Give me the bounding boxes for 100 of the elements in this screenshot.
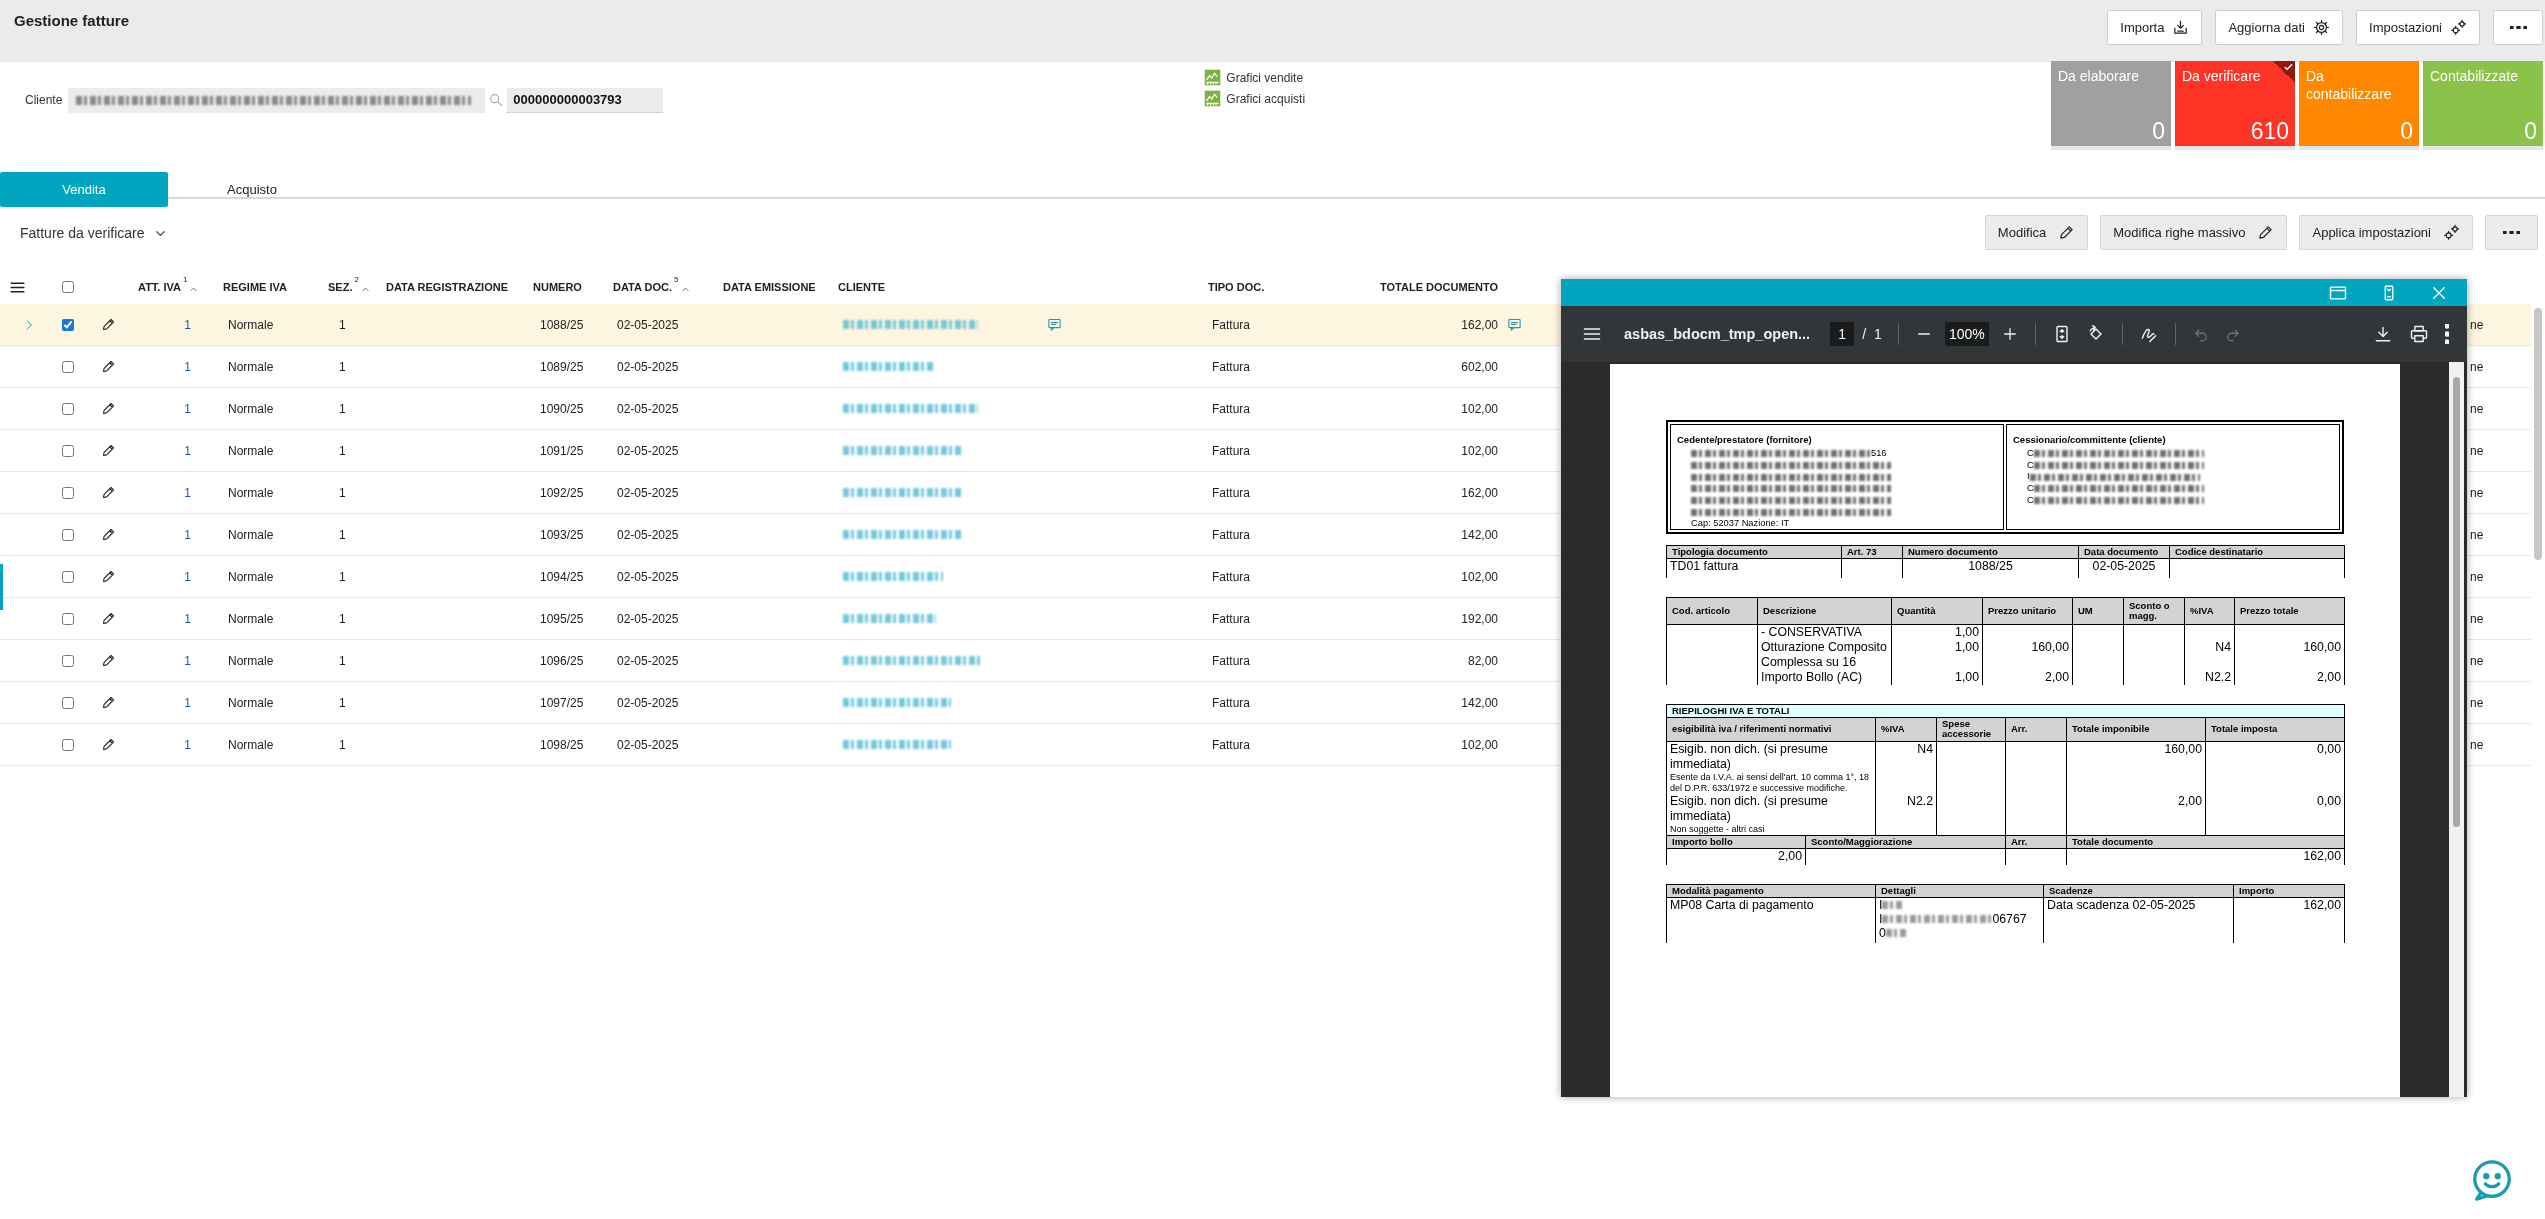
table-cell: 02-05-2025 [617, 317, 679, 332]
zoom-field[interactable]: 100% [1944, 322, 1989, 346]
pencil-icon[interactable] [101, 443, 116, 458]
action-button[interactable]: Modifica [1984, 215, 2089, 250]
comment-icon[interactable] [1047, 317, 1062, 332]
sort-order: 5 [674, 274, 679, 284]
table-cell: Fattura [1212, 611, 1250, 626]
checkbox[interactable] [62, 360, 74, 373]
table-cell: 1 [184, 695, 191, 710]
table-cell: Normale [228, 695, 274, 710]
table-cell: 02-05-2025 [2078, 558, 2170, 578]
checkbox[interactable] [62, 738, 74, 751]
table-cell: Fattura [1212, 569, 1250, 584]
gears-icon [2443, 224, 2460, 241]
table-cell: 1092/25 [540, 485, 584, 500]
table-cell: 1 [339, 317, 346, 332]
action-button[interactable]: Applica impostazioni [2299, 215, 2473, 250]
column-header[interactable]: DATA EMISSIONE [723, 281, 816, 293]
table-cell: 102,00 [1461, 443, 1498, 458]
pencil-icon[interactable] [101, 611, 116, 626]
pencil-icon[interactable] [101, 485, 116, 500]
toolbar-button[interactable]: Impostazioni [2356, 10, 2480, 45]
chart-icon[interactable] [1204, 69, 1222, 86]
column-header[interactable]: DATA REGISTRAZIONE [386, 281, 508, 293]
chart-link[interactable]: Grafici acquisti [1226, 91, 1306, 106]
pencil-icon[interactable] [101, 737, 116, 752]
print-icon[interactable] [2409, 324, 2430, 344]
checkbox[interactable] [62, 402, 74, 415]
column-header[interactable]: SEZ. [328, 280, 353, 293]
tab[interactable]: Acquisto [168, 172, 336, 207]
box-heading: Cessionario/committente (cliente) [2013, 434, 2167, 445]
table-cell: ne [2470, 401, 2484, 416]
side-handle[interactable] [0, 564, 3, 610]
more-icon[interactable] [2445, 324, 2449, 344]
checkbox[interactable] [62, 528, 74, 541]
pencil-icon[interactable] [101, 359, 116, 374]
table-cell: 1 [339, 359, 346, 374]
table-cell: 162,00 [2066, 848, 2345, 865]
table-header: Scadenze [2043, 884, 2234, 898]
table-cell: 1 [339, 527, 346, 542]
table-header: Totale imposta [2205, 717, 2345, 741]
checkbox[interactable] [62, 486, 74, 499]
tile-label: Contabilizzate [2430, 67, 2519, 85]
toolbar-button[interactable]: Importa [2107, 10, 2203, 45]
more-button[interactable] [2485, 215, 2538, 250]
column-header[interactable]: CLIENTE [838, 281, 886, 293]
table-cell: 160,00 [2066, 741, 2206, 794]
table-header: Sconto/Maggiorazione [1805, 835, 2006, 848]
page-title: Gestione fatture [14, 12, 130, 29]
pencil-icon[interactable] [101, 569, 116, 584]
table-header: esigibilità iva / riferimenti normativi [1666, 717, 1876, 741]
comment-icon[interactable] [1507, 317, 1522, 332]
table-cell: 1 [339, 737, 346, 752]
tile-count: 0 [2524, 118, 2537, 145]
checkbox[interactable] [62, 444, 74, 457]
column-header[interactable]: DATA DOC. [613, 280, 673, 293]
pencil-icon[interactable] [101, 527, 116, 542]
table-cell: 2,00 [2234, 669, 2345, 685]
pencil-icon[interactable] [101, 401, 116, 416]
column-header[interactable]: TOTALE DOCUMENTO [1380, 281, 1498, 293]
checkbox[interactable] [62, 696, 74, 709]
table-cell: Normale [228, 527, 274, 542]
checkbox[interactable] [62, 570, 74, 583]
toolbar-button[interactable]: Aggiorna dati [2215, 10, 2343, 45]
table-cell: 1,00 [1891, 669, 1983, 685]
table-cell: 142,00 [1461, 527, 1498, 542]
checkbox[interactable] [62, 612, 74, 625]
table-cell: 1 [184, 485, 191, 500]
table-header: UM [2072, 597, 2124, 624]
table-header: %IVA [2184, 597, 2235, 624]
pencil-icon[interactable] [101, 653, 116, 668]
table-cell: 02-05-2025 [617, 695, 679, 710]
table-cell: 1098/25 [540, 737, 584, 752]
client-name-field[interactable] [68, 87, 486, 113]
table-cell: Fattura [1212, 485, 1250, 500]
chart-icon[interactable] [1204, 90, 1222, 107]
checkbox[interactable] [62, 281, 74, 293]
column-header[interactable]: TIPO DOC. [1208, 281, 1265, 293]
table-cell: 1 [184, 653, 191, 668]
table-cell: 1097/25 [540, 695, 584, 710]
gears-icon [2450, 19, 2467, 36]
filter-dropdown[interactable]: Fatture da verificare [20, 225, 168, 241]
checkbox[interactable] [62, 318, 74, 331]
pencil-icon[interactable] [101, 317, 116, 332]
table-header: Arr. [2005, 835, 2067, 848]
chart-link[interactable]: Grafici vendite [1226, 70, 1304, 85]
more-button[interactable] [2493, 10, 2543, 45]
column-header[interactable]: ATT. IVA [138, 280, 181, 293]
column-header[interactable]: REGIME IVA [223, 281, 287, 293]
action-button[interactable]: Modifica righe massivo [2100, 215, 2288, 250]
pencil-icon[interactable] [101, 695, 116, 710]
client-code-field[interactable]: 000000000003793 [507, 87, 664, 113]
table-cell: Fattura [1212, 401, 1250, 416]
column-header[interactable]: NUMERO [533, 281, 582, 293]
pencil-icon [2058, 224, 2076, 241]
table-cell: Fattura [1212, 653, 1250, 668]
checkbox[interactable] [62, 654, 74, 667]
address-line: Cap: 52037 Nazione: IT [1691, 518, 1790, 530]
page-number-field[interactable]: 1 [1830, 322, 1855, 346]
table-cell: 02-05-2025 [617, 401, 679, 416]
